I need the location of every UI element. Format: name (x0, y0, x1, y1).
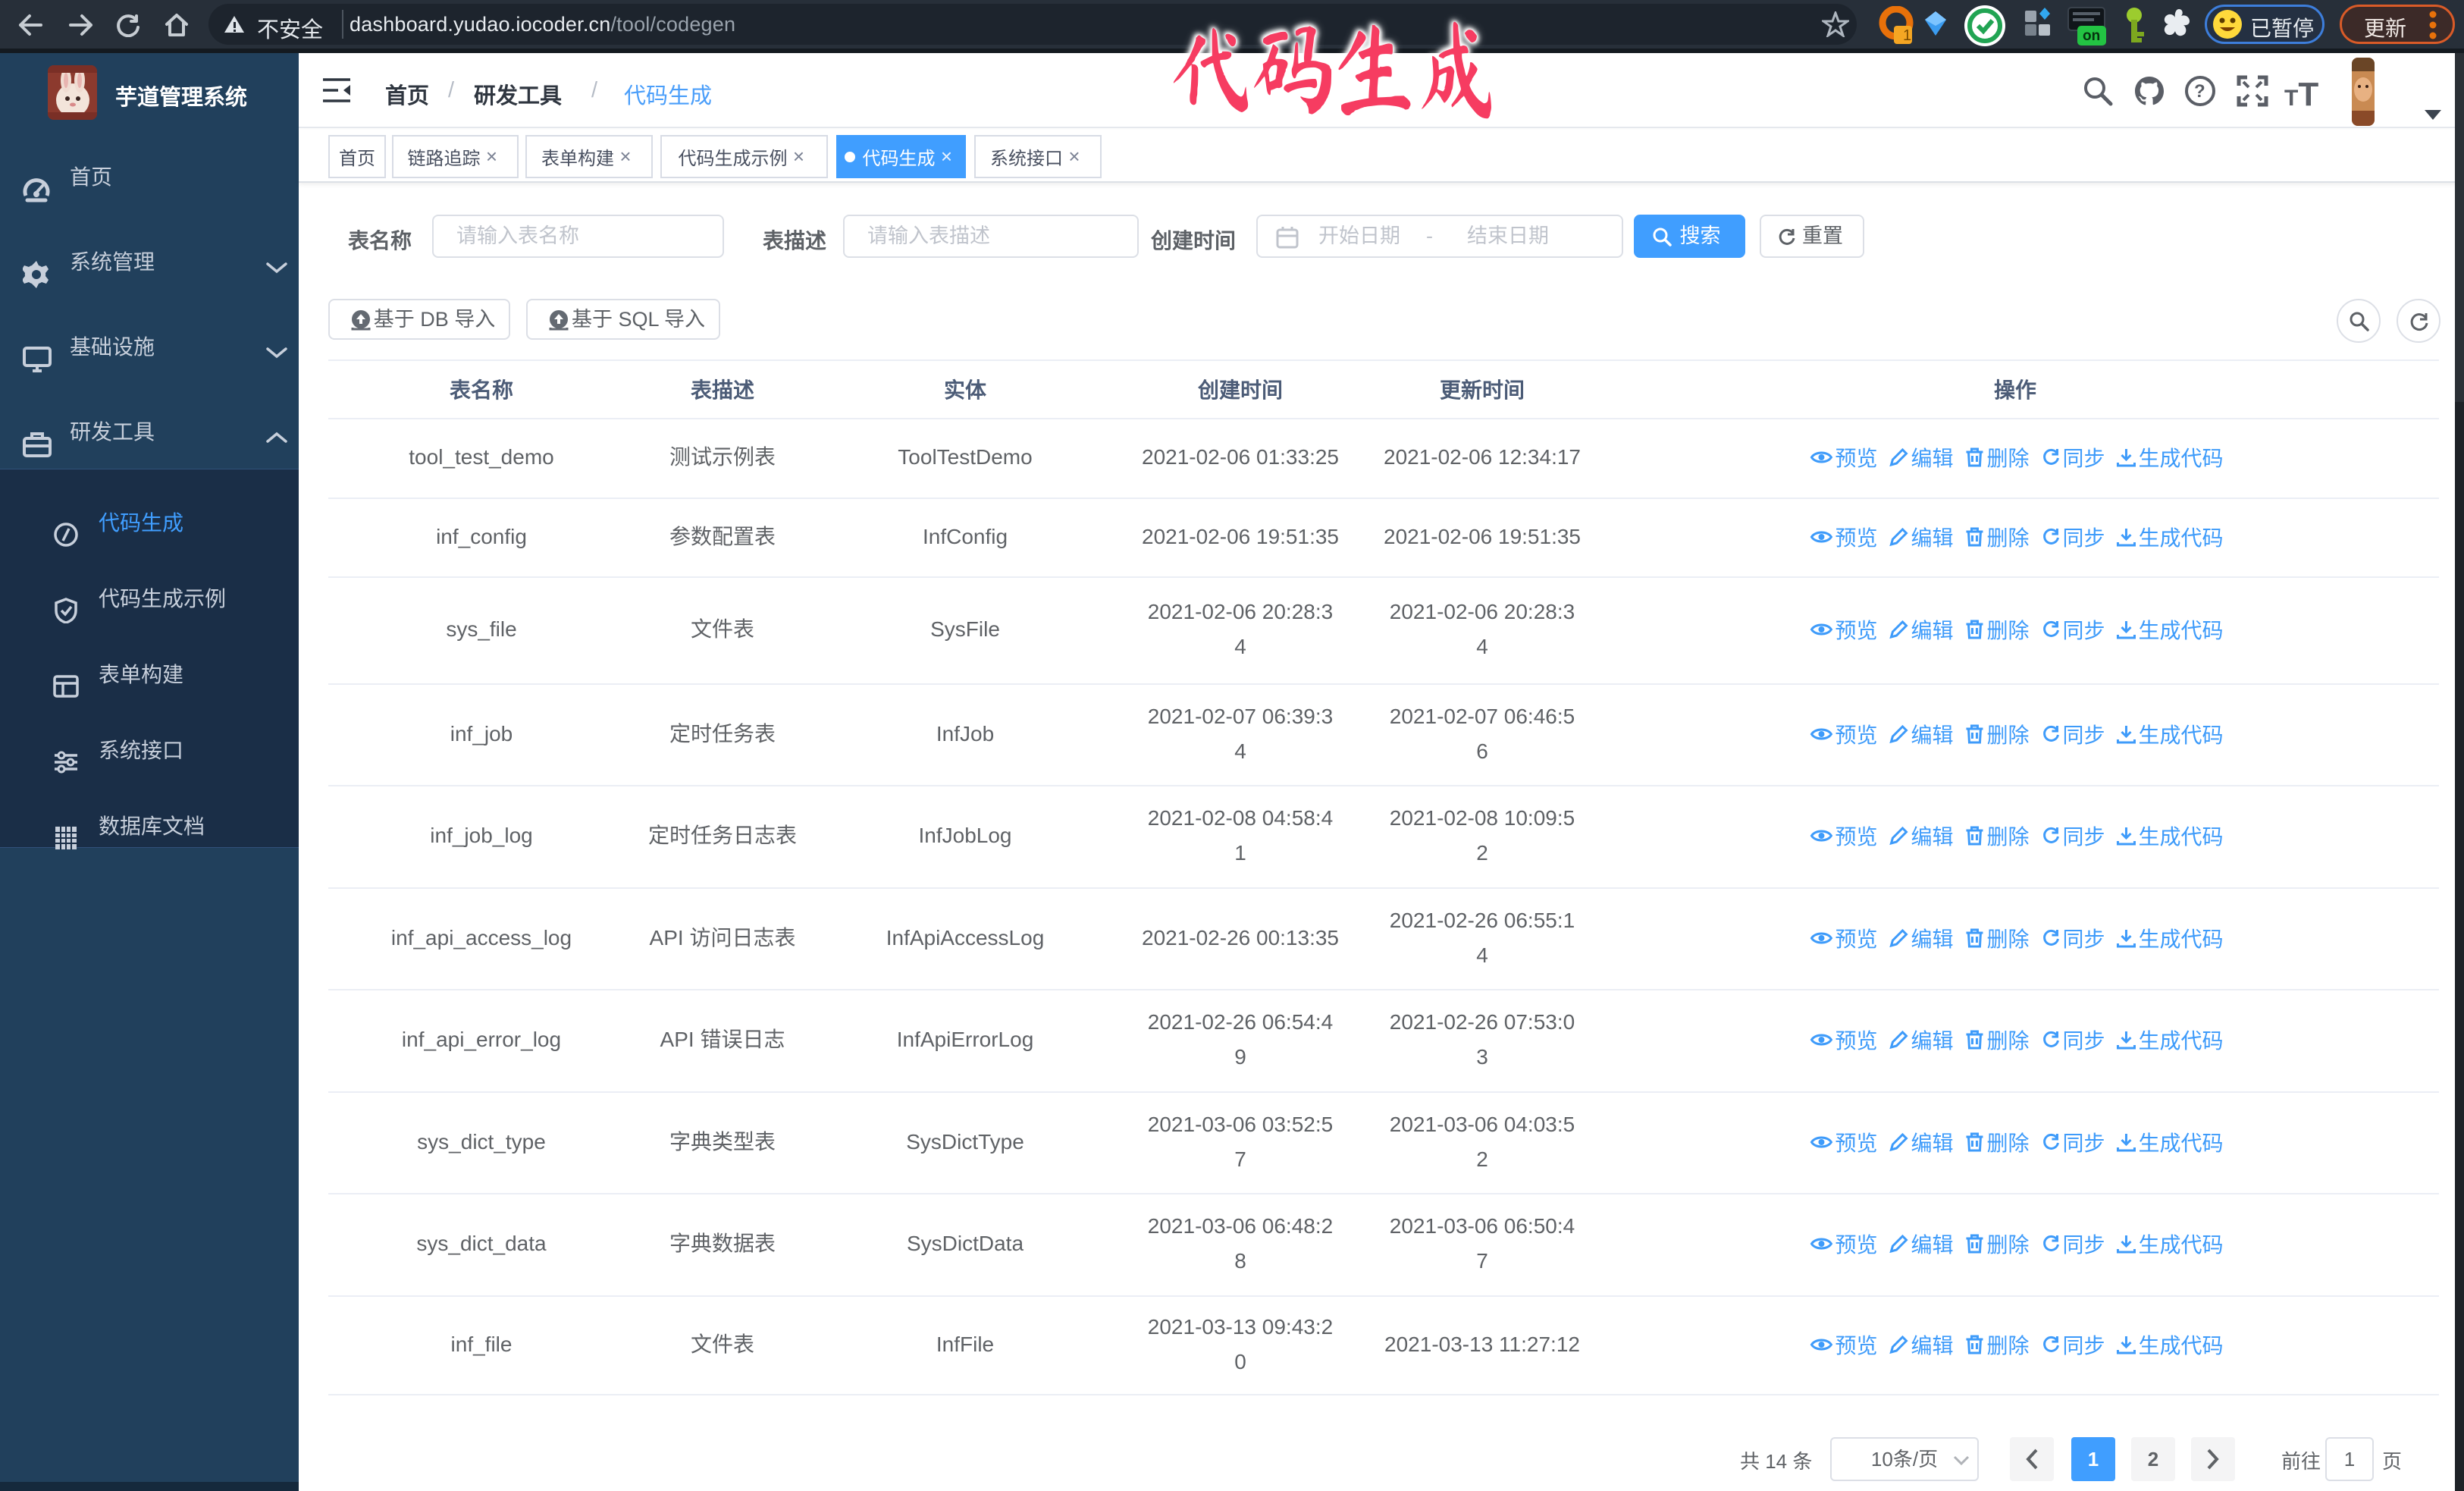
svg-text:on: on (2083, 28, 2100, 44)
svg-text:1: 1 (1903, 27, 1911, 44)
svg-text:?: ? (2194, 81, 2205, 102)
